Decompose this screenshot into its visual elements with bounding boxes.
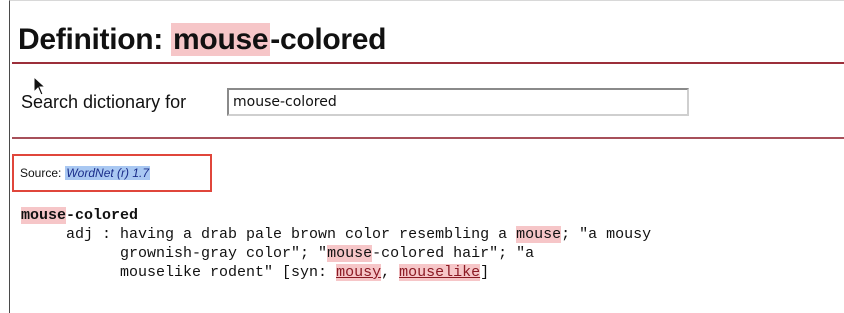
headword-suffix: -colored bbox=[66, 207, 139, 224]
definition-text-5: mouselike rodent" [syn: bbox=[21, 264, 337, 281]
definition-text-2: ; "a mousy bbox=[561, 226, 652, 243]
definition-text-1: adj : having a drab pale brown color res… bbox=[21, 226, 517, 243]
synonym-link-mouselike[interactable]: mouselike bbox=[399, 264, 481, 281]
search-label: Search dictionary for bbox=[21, 92, 187, 112]
title-highlight: mouse bbox=[171, 23, 271, 56]
title-suffix: -colored bbox=[270, 23, 387, 56]
source-label: Source: bbox=[20, 166, 62, 180]
page-title: Definition: mouse-colored bbox=[18, 22, 387, 58]
title-prefix: Definition: bbox=[18, 23, 172, 56]
definition-highlight-1: mouse bbox=[516, 226, 562, 243]
definition-text-4: -colored hair"; "a bbox=[372, 245, 535, 262]
source-line: Source: WordNet (r) 1.7 bbox=[12, 154, 212, 192]
search-divider bbox=[12, 137, 844, 139]
source-link-wordnet[interactable]: WordNet (r) 1.7 bbox=[65, 166, 151, 180]
synonym-separator: , bbox=[381, 264, 400, 281]
definition-text-end: ] bbox=[480, 264, 490, 281]
title-divider bbox=[12, 62, 844, 64]
definition-entry: mouse-colored adj : having a drab pale b… bbox=[21, 206, 651, 282]
headword-highlight: mouse bbox=[21, 207, 67, 224]
search-input[interactable] bbox=[227, 88, 689, 116]
definition-highlight-2: mouse bbox=[327, 245, 373, 262]
entry-headword: mouse-colored bbox=[21, 207, 138, 224]
definition-text-3: grownish-gray color"; " bbox=[21, 245, 328, 262]
synonym-link-mousy[interactable]: mousy bbox=[336, 264, 382, 281]
